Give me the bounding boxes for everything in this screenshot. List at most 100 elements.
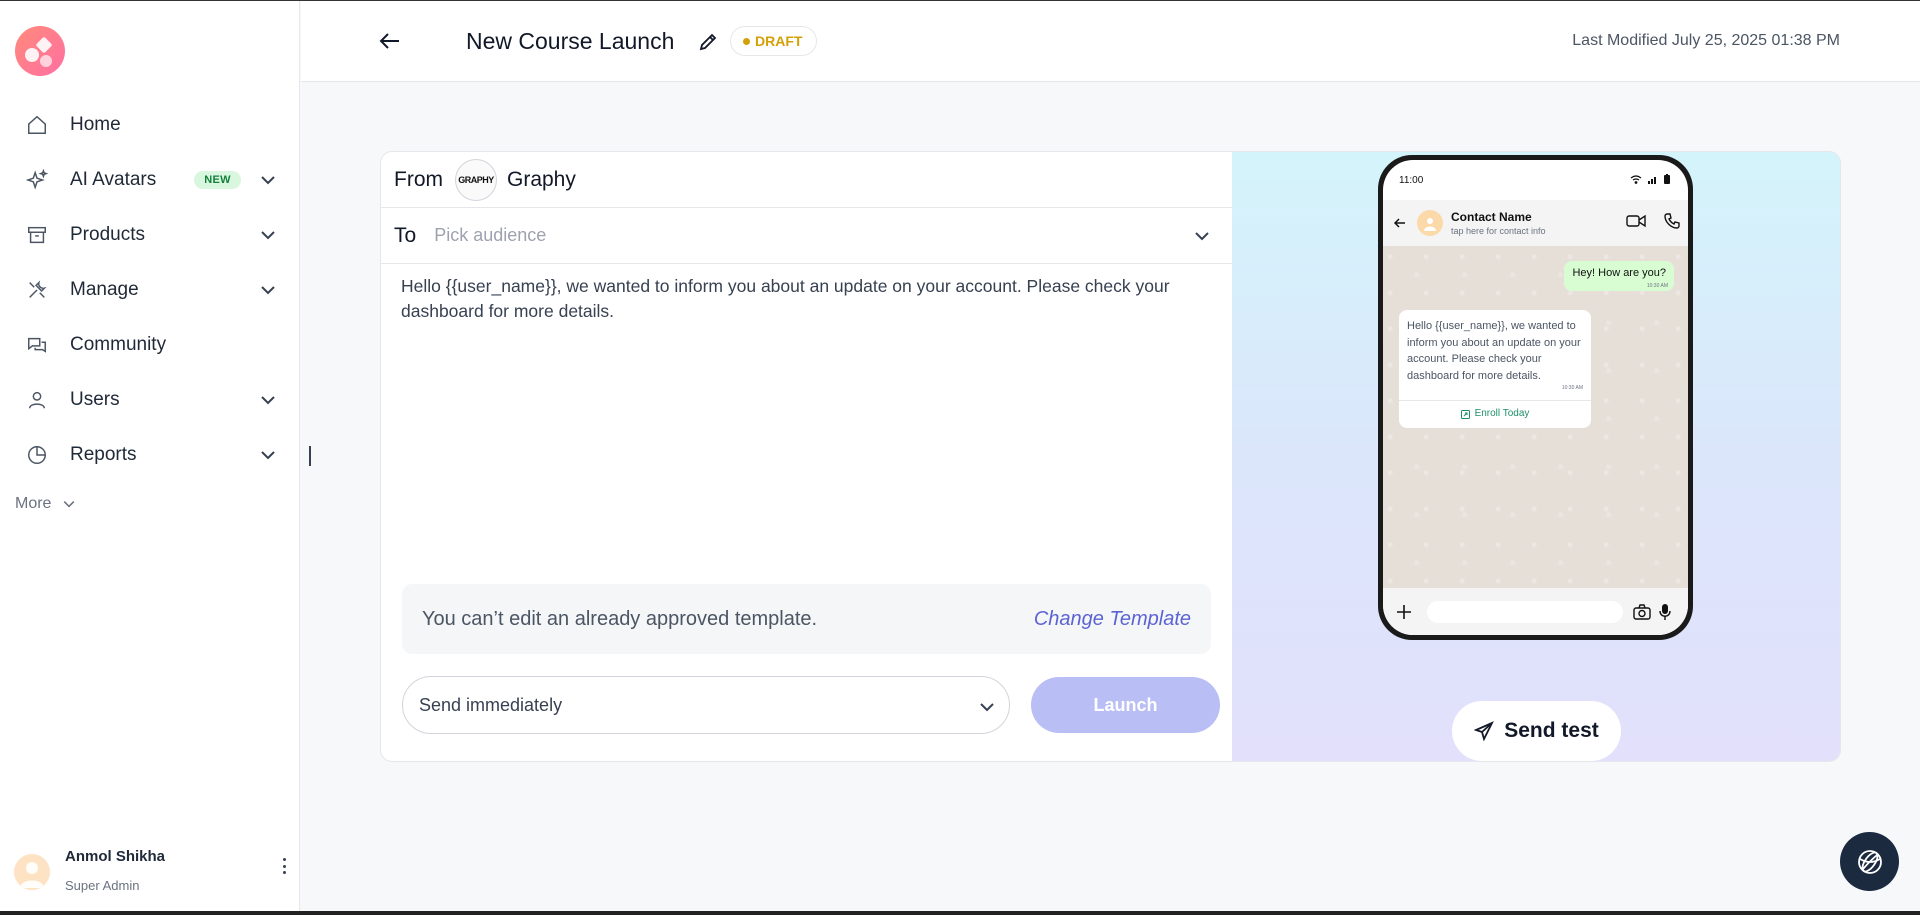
sidebar-item-community[interactable]: Community [0,317,300,372]
status-badge: DRAFT [730,26,818,56]
template-notice: You can’t edit an already approved templ… [402,584,1211,654]
user-icon [24,387,50,413]
chevron-down-icon[interactable] [258,225,278,245]
new-badge: NEW [194,170,241,189]
sidebar-resize-handle[interactable] [309,446,311,466]
incoming-text: Hello {{user_name}}, we wanted to inform… [1407,320,1581,382]
from-row: From GRAPHY Graphy [381,152,1232,208]
sidebar-item-label: Products [70,223,145,245]
status-time: 11:00 [1399,174,1424,186]
user-profile: Anmol Shikha Super Admin [14,846,294,896]
sidebar-item-home[interactable]: Home [0,97,300,152]
battery-icon [1664,174,1670,184]
help-globe-button[interactable] [1840,832,1899,891]
audience-picker[interactable]: To [381,208,1232,264]
preview-pane: 11:00 Contact Name tap here for contact [1232,152,1840,761]
page-title: New Course Launch [466,28,675,54]
status-dot-icon [743,37,750,45]
chat-message-field[interactable] [1427,600,1623,623]
schedule-select[interactable]: Send immediately [402,676,1010,734]
sidebar-item-reports[interactable]: Reports [0,427,300,482]
chevron-down-icon[interactable] [1192,226,1212,246]
sidebar-item-label: Reports [70,443,137,465]
sidebar-item-label: Users [70,388,120,410]
external-link-icon [1460,410,1470,419]
sidebar-item-label: AI Avatars [70,168,157,190]
to-label: To [394,223,417,247]
bottom-border [0,911,1920,915]
chat-bubbles-icon [24,332,50,358]
sidebar-item-ai-avatars[interactable]: AI Avatars NEW [0,152,300,207]
outgoing-message: Hey! How are you? 10:30 AM [1564,261,1674,291]
send-test-button[interactable]: Send test [1452,701,1621,761]
chevron-down-icon [977,697,997,717]
tools-icon [24,277,50,303]
sidebar-item-label: Community [70,333,167,355]
status-badge-label: DRAFT [755,33,803,49]
chat-body: Hey! How are you? 10:30 AM Hello {{user_… [1383,246,1688,588]
back-arrow-icon[interactable] [1393,216,1407,230]
phone-preview: 11:00 Contact Name tap here for contact [1378,155,1693,640]
pie-chart-icon [24,442,50,468]
sidebar-item-users[interactable]: Users [0,372,300,427]
sparkle-icon [24,167,50,193]
outgoing-text: Hey! How are you? [1572,267,1666,279]
message-editor: From GRAPHY Graphy To Hello {{user_name}… [381,152,1232,761]
user-name: Anmol Shikha [65,848,166,865]
campaign-card: From GRAPHY Graphy To Hello {{user_name}… [380,151,1841,762]
last-modified: Last Modified July 25, 2025 01:38 PM [1572,32,1840,49]
page-header: New Course Launch DRAFT Last Modified Ju… [301,1,1920,82]
camera-icon[interactable] [1633,603,1651,620]
from-label: From [394,167,443,191]
status-bar: 11:00 [1383,160,1688,200]
user-role: Super Admin [65,878,140,893]
chevron-down-icon[interactable] [258,445,278,465]
sender-name: Graphy [507,167,576,191]
back-arrow-icon[interactable] [377,29,403,53]
archive-box-icon [24,222,50,248]
more-label: More [15,495,52,512]
sidebar-item-label: Manage [70,278,139,300]
sidebar-item-products[interactable]: Products [0,207,300,262]
send-test-label: Send test [1504,719,1599,742]
plus-icon[interactable] [1395,603,1413,621]
sidebar-nav: Home AI Avatars NEW Products Manage Comm… [0,97,300,482]
incoming-message: Hello {{user_name}}, we wanted to inform… [1399,310,1591,428]
globe-icon [1857,849,1882,874]
chevron-down-icon[interactable] [258,280,278,300]
notice-text: You can’t edit an already approved templ… [422,607,818,630]
chat-input-bar [1383,588,1688,635]
launch-button[interactable]: Launch [1031,677,1220,733]
app-logo[interactable] [14,25,66,77]
contact-avatar [1417,210,1443,236]
paper-plane-icon [1474,721,1495,741]
chevron-down-icon[interactable] [258,170,278,190]
avatar[interactable] [14,854,50,890]
contact-name: Contact Name [1451,210,1532,224]
sidebar-item-manage[interactable]: Manage [0,262,300,317]
incoming-time: 10:30 AM [1561,385,1583,391]
home-icon [24,112,50,138]
phone-call-icon[interactable] [1664,213,1680,229]
message-body: Hello {{user_name}}, we wanted to inform… [401,276,1170,321]
chevron-down-icon [64,501,75,508]
change-template-link[interactable]: Change Template [1034,608,1191,631]
cta-label: Enroll Today [1474,408,1530,420]
chevron-down-icon[interactable] [258,390,278,410]
contact-info-hint: tap here for contact info [1451,226,1546,236]
chat-header: Contact Name tap here for contact info [1383,200,1688,246]
sidebar: Home AI Avatars NEW Products Manage Comm… [0,1,300,911]
signal-icon [1648,176,1656,184]
video-call-icon[interactable] [1626,213,1646,229]
more-button[interactable]: More [15,495,77,513]
wifi-icon [1630,174,1642,184]
sidebar-item-label: Home [70,113,121,135]
schedule-value: Send immediately [419,694,563,715]
outgoing-time: 10:30 AM [1646,283,1668,289]
sender-logo: GRAPHY [455,158,497,201]
pencil-icon[interactable] [698,32,718,52]
user-menu-kebab-icon[interactable] [274,854,294,878]
enroll-cta-button[interactable]: Enroll Today [1399,400,1591,428]
microphone-icon[interactable] [1659,603,1671,621]
audience-input[interactable] [434,225,1135,246]
